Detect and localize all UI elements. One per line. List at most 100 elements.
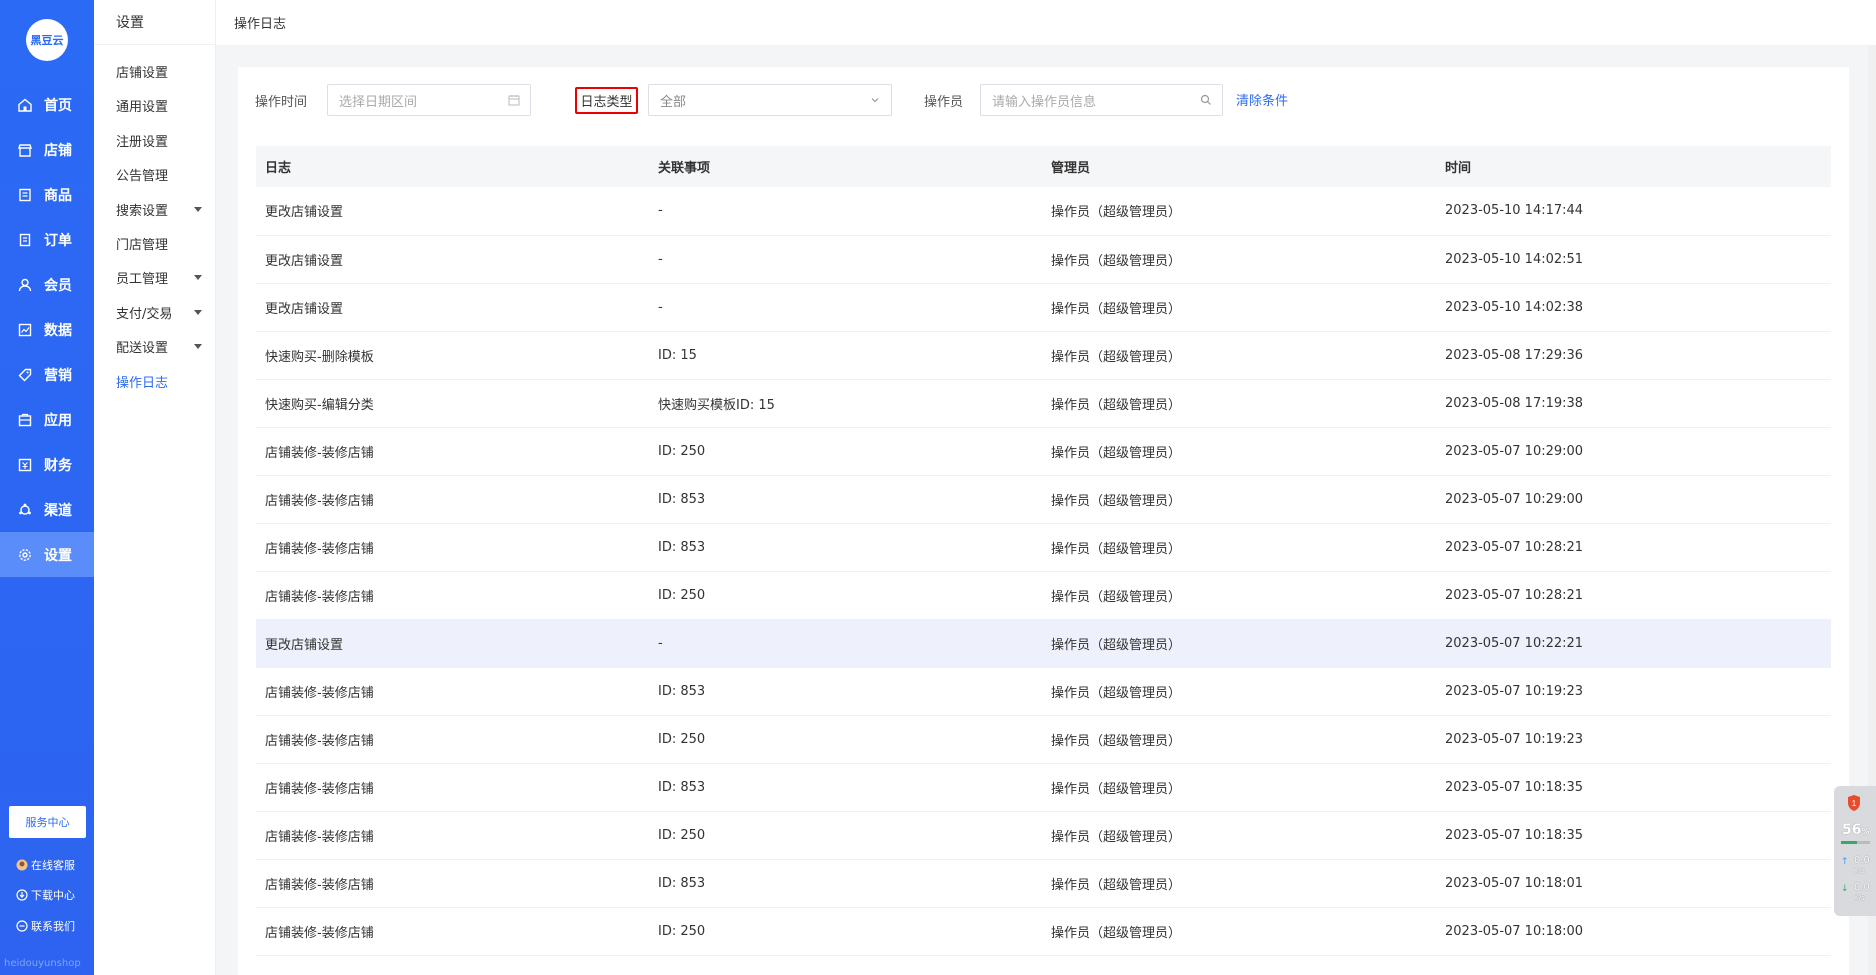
nav-item-0[interactable]: 首页 bbox=[0, 82, 94, 127]
table-cell: 2023-05-07 10:29:00 bbox=[1436, 427, 1831, 476]
download-center-link[interactable]: 下载中心 bbox=[16, 887, 75, 903]
table-cell: - bbox=[649, 283, 1042, 332]
table-cell: ID: 853 bbox=[649, 763, 1042, 812]
table-cell: 店铺装修-装修店铺 bbox=[256, 475, 649, 524]
sub-nav-item-2[interactable]: 注册设置 bbox=[116, 131, 204, 150]
upload-speed: 0.0 K/s bbox=[1854, 856, 1870, 876]
table-row[interactable]: 店铺装修-装修店铺 ID: 853 操作员（超级管理员） 2023-05-07 10:… bbox=[256, 475, 1831, 524]
table-cell: ID: 853 bbox=[649, 523, 1042, 572]
download-speed-value: 0.0 bbox=[1854, 882, 1870, 893]
table-cell: 2023-05-10 14:17:44 bbox=[1436, 187, 1831, 236]
main-nav: 黑豆云 首页 店铺 商品订单会员数据 营销 应用 财务 渠道设置 服务中心 在线客服 下载中… bbox=[0, 0, 94, 975]
table-row[interactable]: 店铺装修-装修店铺 ID: 853 操作员（超级管理员） 2023-05-07 10:… bbox=[256, 859, 1831, 908]
logo[interactable]: 黑豆云 bbox=[26, 19, 68, 61]
caret-down-icon bbox=[194, 275, 202, 281]
calendar-icon bbox=[508, 94, 520, 106]
contact-us-link[interactable]: 联系我们 bbox=[16, 918, 75, 934]
table-cell: ID: 853 bbox=[649, 475, 1042, 524]
table-row[interactable]: 店铺装修-装修店铺 ID: 250 操作员（超级管理员） 2023-05-07 10:… bbox=[256, 427, 1831, 476]
nav-item-label: 会员 bbox=[44, 277, 72, 294]
table-row[interactable]: 店铺装修-装修店铺 ID: 853 操作员（超级管理员） 2023-05-07 10:… bbox=[256, 523, 1831, 572]
table-cell: 店铺装修-装修店铺 bbox=[256, 523, 649, 572]
table-header-row: 日志 关联事项 管理员 时间 bbox=[256, 146, 1831, 187]
upload-speed-unit: K/s bbox=[1854, 867, 1865, 875]
footer-brand-text: heidouyunshop bbox=[4, 958, 81, 969]
table-row[interactable]: 店铺装修-装修店铺 ID: 853 操作员（超级管理员） 2023-05-07 10:… bbox=[256, 667, 1831, 716]
sub-nav-item-9[interactable]: 操作日志 bbox=[116, 372, 204, 391]
table-cell: ID: 250 bbox=[649, 427, 1042, 476]
nav-item-3[interactable]: 订单 bbox=[0, 217, 94, 262]
table-cell: 操作员（超级管理员） bbox=[1042, 907, 1436, 956]
table-cell: 快速购买-编辑分类 bbox=[256, 379, 649, 428]
operator-search-input[interactable]: 请输入操作员信息 bbox=[980, 84, 1223, 116]
online-support-link[interactable]: 在线客服 bbox=[16, 857, 75, 873]
sub-nav-item-1[interactable]: 通用设置 bbox=[116, 96, 204, 115]
table-cell: 2023-05-07 10:19:23 bbox=[1436, 715, 1831, 764]
nav-item-6[interactable]: 营销 bbox=[0, 352, 94, 397]
table-row[interactable]: 店铺装修-装修店铺 ID: 250 操作员（超级管理员） 2023-05-07 10:… bbox=[256, 715, 1831, 764]
column-header-time: 时间 bbox=[1436, 146, 1831, 187]
table-row[interactable]: 快速购买-删除模板 ID: 15 操作员（超级管理员） 2023-05-08 17:2… bbox=[256, 331, 1831, 380]
sub-nav-item-label: 操作日志 bbox=[116, 375, 169, 391]
table-cell: 快速购买-删除模板 bbox=[256, 331, 649, 380]
date-range-input[interactable]: 选择日期区间 bbox=[327, 84, 531, 116]
table-cell: 店铺装修-装修店铺 bbox=[256, 667, 649, 716]
nav-item-8[interactable]: 财务 bbox=[0, 442, 94, 487]
cpu-bar bbox=[1841, 841, 1870, 844]
sub-nav-item-4[interactable]: 搜索设置 bbox=[116, 200, 204, 219]
column-header-related: 关联事项 bbox=[649, 146, 1042, 187]
nav-item-2[interactable]: 商品 bbox=[0, 172, 94, 217]
table-row[interactable]: 更改店铺设置 - 操作员（超级管理员） 2023-05-10 14:02:38 bbox=[256, 283, 1831, 332]
table-cell: 店铺装修-装修店铺 bbox=[256, 571, 649, 620]
table-row[interactable]: 店铺装修-装修店铺 ID: 250 操作员（超级管理员） 2023-05-07 10:… bbox=[256, 907, 1831, 956]
table-row[interactable]: 更改店铺设置 - 操作员（超级管理员） 2023-05-07 10:22:21 bbox=[256, 619, 1831, 668]
sub-nav-item-7[interactable]: 支付/交易 bbox=[116, 303, 204, 322]
table-cell: 操作员（超级管理员） bbox=[1042, 379, 1436, 428]
nav-item-9[interactable]: 渠道 bbox=[0, 487, 94, 532]
table-cell: 店铺装修-装修店铺 bbox=[256, 859, 649, 908]
nav-item-1[interactable]: 店铺 bbox=[0, 127, 94, 172]
sub-nav-item-6[interactable]: 员工管理 bbox=[116, 268, 204, 287]
system-monitor-widget[interactable]: 1 56% ↑ 0.0 K/s ↓ 0.0 K/s bbox=[1834, 786, 1876, 916]
nav-item-7[interactable]: 应用 bbox=[0, 397, 94, 442]
table-row[interactable]: 店铺装修-装修店铺 ID: 250 操作员（超级管理员） 2023-05-07 10:… bbox=[256, 811, 1831, 860]
sub-nav-item-5[interactable]: 门店管理 bbox=[116, 234, 204, 253]
table-row[interactable]: 更改店铺设置 - 操作员（超级管理员） 2023-05-10 14:02:51 bbox=[256, 235, 1831, 284]
sub-nav-item-0[interactable]: 店铺设置 bbox=[116, 62, 204, 81]
nav-item-4[interactable]: 会员 bbox=[0, 262, 94, 307]
table-cell: 操作员（超级管理员） bbox=[1042, 811, 1436, 860]
table-cell: 操作员（超级管理员） bbox=[1042, 619, 1436, 668]
log-type-select[interactable]: 全部 bbox=[648, 84, 892, 116]
table-row[interactable]: 快速购买-编辑分类 快速购买模板ID: 15 操作员（超级管理员） 2023-05-0… bbox=[256, 379, 1831, 428]
log-table: 日志 关联事项 管理员 时间 更改店铺设置 - 操作员（超级管理员） 2023-05-… bbox=[256, 146, 1831, 956]
download-arrow-icon: ↓ bbox=[1841, 884, 1849, 894]
upload-speed-value: 0.0 bbox=[1854, 855, 1870, 866]
page-header: 操作日志 bbox=[216, 0, 1876, 45]
app-icon bbox=[16, 411, 34, 429]
nav-item-5[interactable]: 数据 bbox=[0, 307, 94, 352]
table-row[interactable]: 店铺装修-装修店铺 ID: 853 操作员（超级管理员） 2023-05-07 10:… bbox=[256, 763, 1831, 812]
table-cell: 2023-05-08 17:29:36 bbox=[1436, 331, 1831, 380]
clear-filters-link[interactable]: 清除条件 bbox=[1236, 90, 1288, 109]
sub-nav-item-3[interactable]: 公告管理 bbox=[116, 165, 204, 184]
table-cell: 店铺装修-装修店铺 bbox=[256, 907, 649, 956]
table-row[interactable]: 更改店铺设置 - 操作员（超级管理员） 2023-05-10 14:17:44 bbox=[256, 187, 1831, 236]
member-icon bbox=[16, 276, 34, 294]
download-speed-unit: K/s bbox=[1854, 894, 1865, 902]
nav-item-label: 设置 bbox=[44, 547, 72, 564]
channel-icon bbox=[16, 501, 34, 519]
nav-item-label: 订单 bbox=[44, 232, 72, 249]
table-cell: 2023-05-07 10:19:23 bbox=[1436, 667, 1831, 716]
search-icon bbox=[1200, 94, 1212, 106]
table-cell: ID: 853 bbox=[649, 859, 1042, 908]
sub-nav: 设置 店铺设置 通用设置 注册设置 公告管理 搜索设置 门店管理 员工管理 支付/交易 配送设置… bbox=[94, 0, 216, 975]
sub-nav-item-8[interactable]: 配送设置 bbox=[116, 337, 204, 356]
service-center-button[interactable]: 服务中心 bbox=[9, 806, 86, 838]
data-icon bbox=[16, 321, 34, 339]
sub-nav-item-label: 店铺设置 bbox=[116, 66, 169, 81]
table-row[interactable]: 店铺装修-装修店铺 ID: 250 操作员（超级管理员） 2023-05-07 10:… bbox=[256, 571, 1831, 620]
table-cell: 2023-05-07 10:28:21 bbox=[1436, 523, 1831, 572]
nav-item-10[interactable]: 设置 bbox=[0, 532, 94, 577]
home-icon bbox=[16, 96, 34, 114]
column-header-admin: 管理员 bbox=[1042, 146, 1436, 187]
